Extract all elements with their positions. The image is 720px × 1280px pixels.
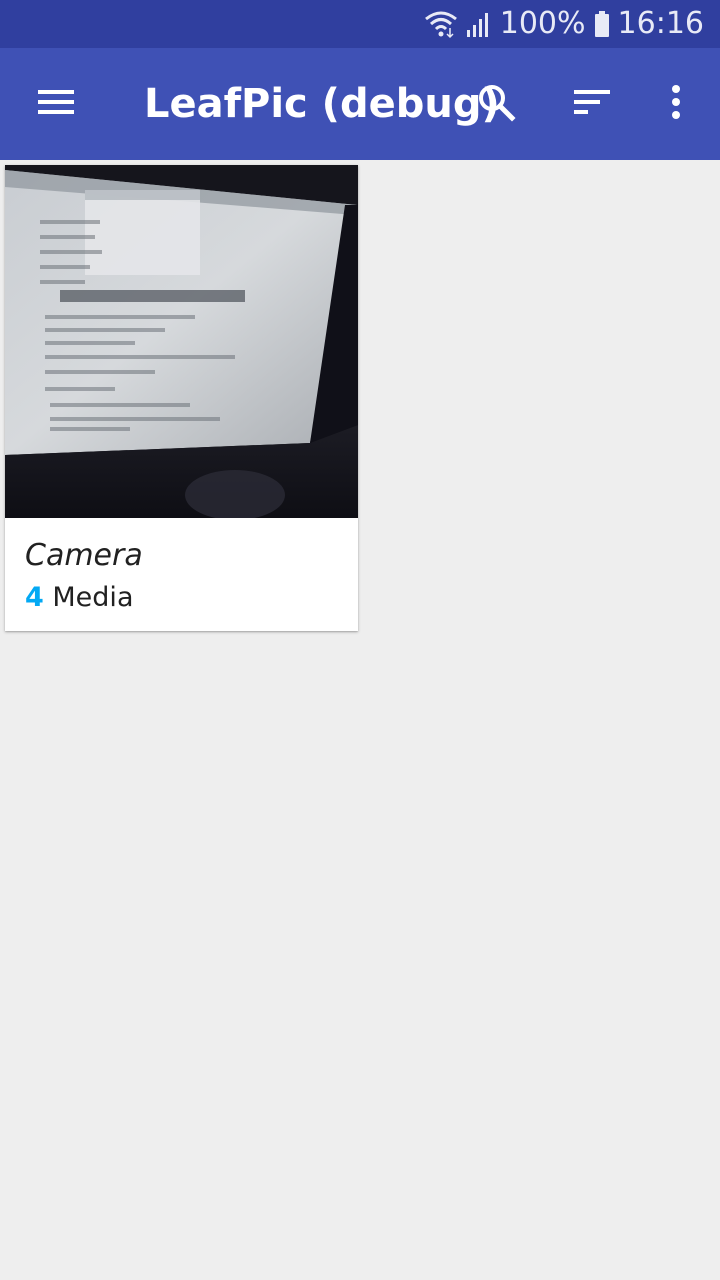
album-count-label: Media	[52, 582, 134, 613]
signal-icon	[466, 10, 492, 38]
more-options-button[interactable]	[636, 48, 716, 160]
menu-button[interactable]	[16, 48, 96, 160]
battery-percent: 100%	[499, 6, 586, 41]
page-title: LeafPic (debug)	[144, 81, 500, 127]
album-name: Camera	[25, 538, 143, 573]
clock: 16:16	[617, 6, 704, 41]
search-icon	[476, 82, 516, 127]
app-bar: LeafPic (debug)	[0, 48, 720, 160]
album-info: Camera 4 Media	[5, 518, 358, 631]
album-thumbnail	[5, 165, 358, 518]
menu-icon	[36, 87, 76, 122]
status-bar: 100% 16:16	[0, 0, 720, 48]
status-indicators: 100% 16:16	[424, 0, 704, 48]
search-button[interactable]	[456, 48, 536, 160]
sort-button[interactable]	[552, 48, 632, 160]
wifi-icon	[424, 9, 458, 39]
sort-icon	[572, 87, 612, 122]
album-media-count: 4 Media	[25, 582, 133, 613]
battery-icon	[594, 10, 610, 38]
more-vert-icon	[670, 84, 682, 125]
album-card-camera[interactable]: Camera 4 Media	[5, 165, 358, 631]
album-count-value: 4	[25, 582, 44, 613]
